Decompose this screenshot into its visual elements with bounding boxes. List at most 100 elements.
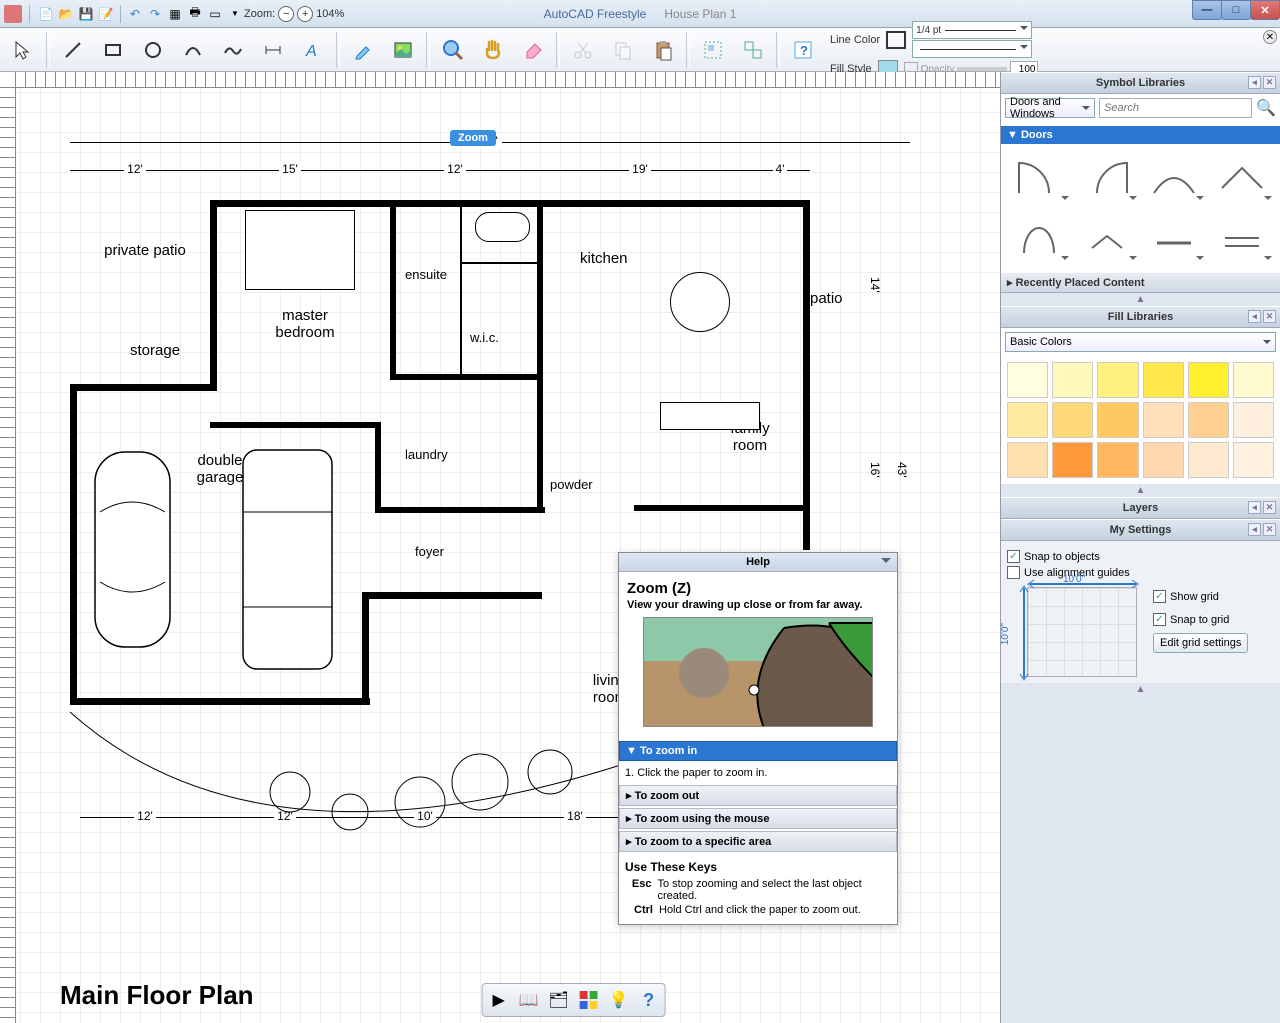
panel-symbol-libraries[interactable]: Symbol Libraries◂✕ <box>1001 72 1280 94</box>
fill-swatch[interactable] <box>1188 402 1229 438</box>
help-section-zoom-in[interactable]: ▼ To zoom in <box>619 741 897 761</box>
symbol-category-select[interactable]: Doors and Windows <box>1005 98 1095 118</box>
door-symbol[interactable] <box>1143 210 1207 266</box>
fill-swatch[interactable] <box>1233 402 1274 438</box>
fill-swatch[interactable] <box>1233 362 1274 398</box>
snap-objects-checkbox[interactable]: ✓ <box>1007 550 1020 563</box>
save-icon[interactable]: 💾 <box>77 5 95 23</box>
alignment-guides-checkbox[interactable] <box>1007 566 1020 579</box>
text-tool[interactable]: A <box>294 31 332 69</box>
drawing-canvas[interactable]: 62' 12' 15' 12' 19' 4' 14' 16' 43' 12' 1… <box>0 72 1000 1023</box>
fill-swatch[interactable] <box>1143 442 1184 478</box>
door-symbol[interactable] <box>1143 150 1207 206</box>
print-icon[interactable]: 🖶 <box>186 5 204 23</box>
fill-swatch[interactable] <box>1143 362 1184 398</box>
ungroup-tool[interactable] <box>734 31 772 69</box>
panel-layers[interactable]: Layers◂✕ <box>1001 497 1280 519</box>
fill-swatch[interactable] <box>1052 442 1093 478</box>
help-popup: Help Zoom (Z) View your drawing up close… <box>618 552 898 925</box>
freehand-tool[interactable] <box>214 31 252 69</box>
rectangle-tool[interactable] <box>94 31 132 69</box>
zoom-out-button[interactable]: − <box>278 6 294 22</box>
help-section-zoom-mouse[interactable]: ▸ To zoom using the mouse <box>619 808 897 829</box>
door-symbol[interactable] <box>1075 210 1139 266</box>
arc-tool[interactable] <box>174 31 212 69</box>
dimension-tool[interactable] <box>254 31 292 69</box>
cut-tool[interactable] <box>564 31 602 69</box>
pan-tool[interactable] <box>474 31 512 69</box>
help-tool[interactable]: ? <box>784 31 822 69</box>
paste-tool[interactable] <box>644 31 682 69</box>
fill-swatch[interactable] <box>1143 402 1184 438</box>
door-symbol[interactable] <box>1007 210 1071 266</box>
fill-swatch[interactable] <box>1233 442 1274 478</box>
door-symbol[interactable] <box>1007 150 1071 206</box>
highlighter-tool[interactable] <box>344 31 382 69</box>
fill-swatch[interactable] <box>1097 442 1138 478</box>
line-weight-select[interactable]: 1/4 pt <box>912 21 1032 39</box>
layout-icon[interactable]: ▦ <box>166 5 184 23</box>
page-icon[interactable]: ▭ <box>206 5 224 23</box>
new-icon[interactable]: 📄 <box>37 5 55 23</box>
book-icon[interactable]: 📖 <box>516 987 542 1013</box>
accordion-recent[interactable]: ▸ Recently Placed Content <box>1001 272 1280 293</box>
panel-fill-libraries[interactable]: Fill Libraries◂✕ <box>1001 306 1280 328</box>
fill-category-select[interactable]: Basic Colors <box>1005 332 1276 352</box>
circle-tool[interactable] <box>134 31 172 69</box>
fill-swatch[interactable] <box>1052 402 1093 438</box>
zoom-tool[interactable] <box>434 31 472 69</box>
fill-swatch[interactable] <box>1007 362 1048 398</box>
copy-tool[interactable] <box>604 31 642 69</box>
symbol-search-input[interactable] <box>1099 98 1252 118</box>
fill-swatch[interactable] <box>1007 402 1048 438</box>
help-icon[interactable]: ? <box>636 987 662 1013</box>
line-style-select[interactable] <box>912 40 1032 58</box>
panel-my-settings[interactable]: My Settings◂✕ <box>1001 519 1280 541</box>
collapse-arrow-icon[interactable]: ▲ <box>1001 683 1280 1023</box>
zoom-in-button[interactable]: + <box>297 6 313 22</box>
group-tool[interactable] <box>694 31 732 69</box>
line-tool[interactable] <box>54 31 92 69</box>
search-icon[interactable]: 🔍 <box>1256 98 1276 118</box>
line-color-swatch[interactable] <box>886 31 906 49</box>
help-section-zoom-out[interactable]: ▸ To zoom out <box>619 785 897 806</box>
help-header[interactable]: Help <box>619 553 897 572</box>
edit-grid-button[interactable]: Edit grid settings <box>1153 633 1248 653</box>
accordion-doors[interactable]: ▼ Doors <box>1001 126 1280 144</box>
collapse-arrow-icon[interactable]: ▲ <box>1001 293 1280 306</box>
snap-grid-checkbox[interactable]: ✓ <box>1153 613 1166 626</box>
panel-close-icon[interactable]: ✕ <box>1263 76 1276 89</box>
bulb-icon[interactable]: 💡 <box>606 987 632 1013</box>
show-grid-checkbox[interactable]: ✓ <box>1153 590 1166 603</box>
fill-swatch[interactable] <box>1052 362 1093 398</box>
door-symbol[interactable] <box>1210 150 1274 206</box>
help-section-zoom-area[interactable]: ▸ To zoom to a specific area <box>619 831 897 852</box>
play-icon[interactable]: ▶ <box>486 987 512 1013</box>
fill-swatch[interactable] <box>1007 442 1048 478</box>
minimize-button[interactable]: — <box>1192 0 1222 20</box>
redo-icon[interactable]: ↷ <box>146 5 164 23</box>
undo-icon[interactable]: ↶ <box>126 5 144 23</box>
library-icon[interactable]: 🗂 <box>546 987 572 1013</box>
select-tool[interactable] <box>4 31 42 69</box>
fill-swatch[interactable] <box>1188 362 1229 398</box>
fill-swatch[interactable] <box>1097 362 1138 398</box>
qat-dropdown-icon[interactable]: ▼ <box>226 5 244 23</box>
image-tool[interactable] <box>384 31 422 69</box>
collapse-arrow-icon[interactable]: ▲ <box>1001 484 1280 497</box>
eraser-tool[interactable] <box>514 31 552 69</box>
fill-swatch[interactable] <box>1097 402 1138 438</box>
door-symbol[interactable] <box>1075 150 1139 206</box>
maximize-button[interactable]: □ <box>1221 0 1251 20</box>
open-icon[interactable]: 📂 <box>57 5 75 23</box>
panel-prev-icon[interactable]: ◂ <box>1248 76 1261 89</box>
toolbar-close-icon[interactable]: ✕ <box>1263 30 1277 44</box>
apps-icon[interactable] <box>576 987 602 1013</box>
window-title: AutoCAD Freestyle House Plan 1 <box>544 7 737 21</box>
app-icon <box>4 5 22 23</box>
door-symbol[interactable] <box>1210 210 1274 266</box>
opacity-slider[interactable] <box>957 67 1007 71</box>
edit-icon[interactable]: 📝 <box>97 5 115 23</box>
close-button[interactable]: ✕ <box>1250 0 1280 20</box>
fill-swatch[interactable] <box>1188 442 1229 478</box>
